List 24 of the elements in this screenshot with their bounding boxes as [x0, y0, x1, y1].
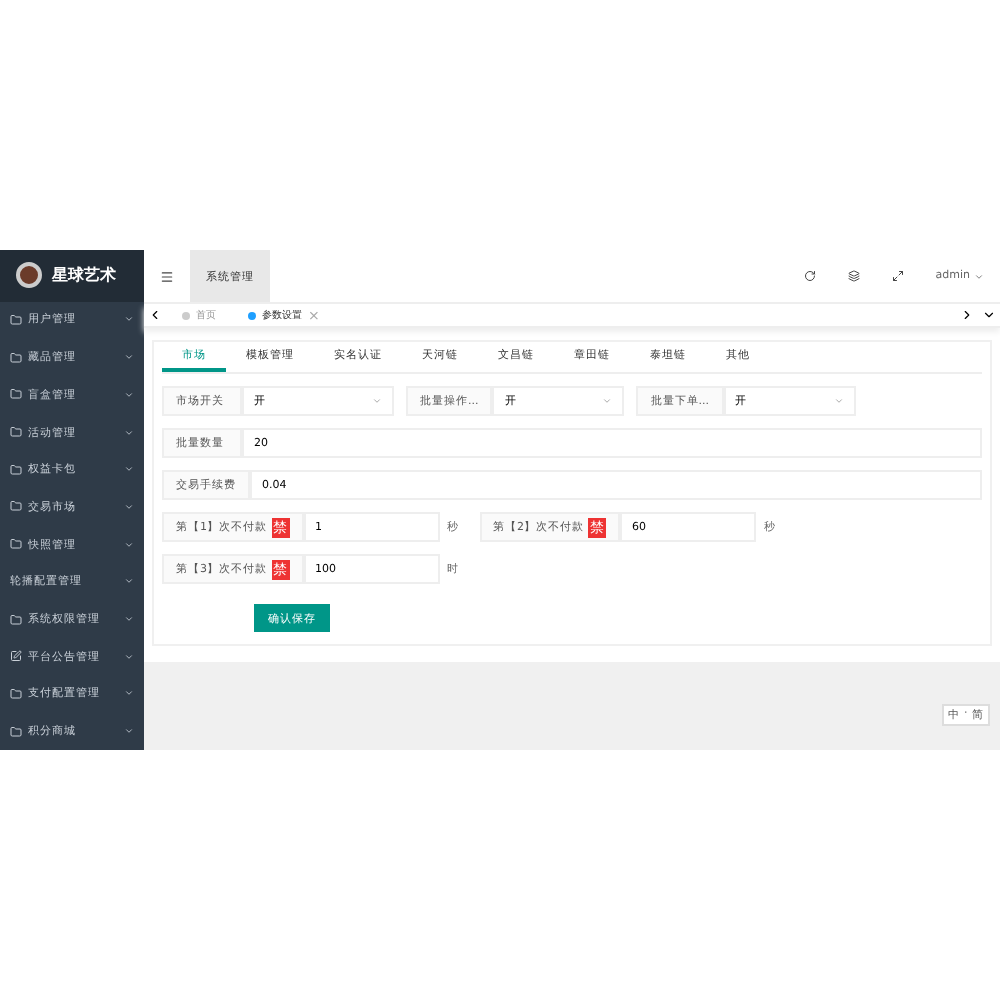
chevron-down-icon: [982, 308, 996, 322]
chevron-down-icon: [124, 501, 134, 512]
layers-icon: [847, 270, 860, 282]
chevron-right-icon: [960, 308, 974, 322]
chevron-down-icon: [974, 271, 984, 281]
chevron-left-icon: [148, 308, 162, 322]
chevron-down-icon: [124, 688, 134, 699]
chevron-down-icon: [833, 396, 843, 406]
chevron-down-icon: [124, 314, 134, 325]
chevron-down-icon: [602, 396, 613, 406]
chevron-down-icon: [124, 352, 134, 363]
chevron-down-icon: [124, 389, 134, 400]
chevron-down-icon: [124, 464, 134, 475]
chevron-down-icon: [124, 726, 134, 737]
chevron-down-icon: [124, 614, 134, 625]
chevron-down-icon: [372, 396, 382, 406]
logo-icon: [16, 262, 42, 289]
chevron-down-icon: [124, 427, 134, 438]
chevron-down-icon: [124, 651, 134, 662]
refresh-icon: [803, 270, 816, 282]
menu-icon: [160, 269, 174, 283]
chevron-down-icon: [124, 576, 134, 587]
app-title: 星球艺术: [52, 264, 116, 287]
chevron-down-icon: [124, 539, 134, 550]
